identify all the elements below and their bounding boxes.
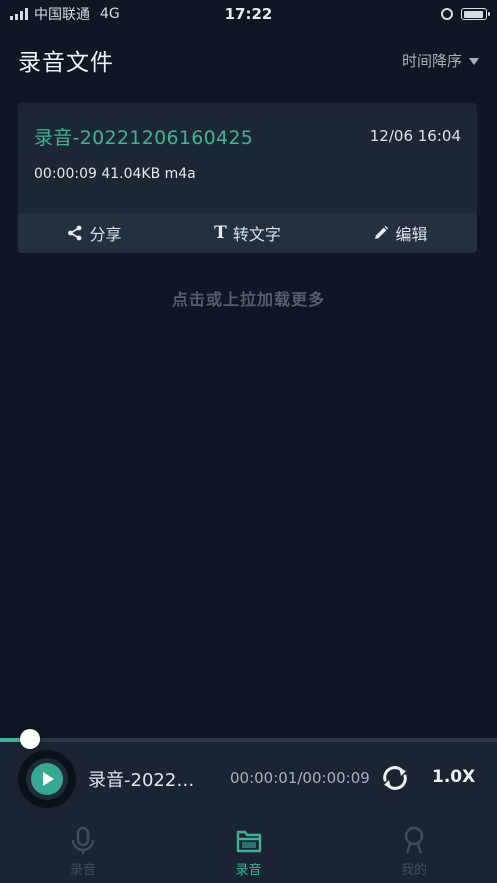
player-time: 00:00:01/00:00:09 xyxy=(230,769,370,787)
disc-icon xyxy=(31,763,63,795)
battery-icon xyxy=(461,8,490,20)
load-more-button[interactable]: 点击或上拉加载更多 xyxy=(0,286,497,310)
sort-label: 时间降序 xyxy=(401,51,462,70)
tab-files[interactable]: 录音 xyxy=(166,818,332,883)
audio-player: 录音-20221206160425 00:00:01/00:00:09 1.0X xyxy=(0,729,497,818)
recording-name: 录音-20221206160425 xyxy=(34,127,254,149)
edit-label: 编辑 xyxy=(395,225,428,244)
page-title: 录音文件 xyxy=(18,50,114,76)
clock: 17:22 xyxy=(224,5,273,23)
progress-knob[interactable] xyxy=(19,729,40,749)
play-button[interactable] xyxy=(18,750,76,808)
battery-level xyxy=(463,10,484,18)
transcribe-label: 转文字 xyxy=(232,225,281,244)
share-icon xyxy=(68,225,82,241)
progress-slider[interactable] xyxy=(0,729,497,749)
transcribe-button[interactable]: T 转文字 xyxy=(171,213,324,253)
repeat-icon xyxy=(383,766,407,790)
tab-record-label: 录音 xyxy=(69,863,96,878)
card-actions: 分享 T 转文字 编辑 xyxy=(18,213,477,253)
folder-icon xyxy=(236,830,261,853)
share-label: 分享 xyxy=(89,225,122,244)
speed-button[interactable]: 1.0X xyxy=(432,767,475,787)
sort-dropdown[interactable]: 时间降序 xyxy=(402,50,479,71)
play-icon xyxy=(43,772,54,786)
microphone-icon xyxy=(71,826,95,854)
tab-bar: 录音 录音 我的 xyxy=(0,818,497,883)
status-bar: 中国联通 4G 17:22 xyxy=(0,0,497,28)
recording-date: 12/06 16:04 xyxy=(369,127,461,145)
tab-record[interactable]: 录音 xyxy=(0,818,166,883)
text-icon: T xyxy=(214,223,227,243)
caret-down-icon xyxy=(469,57,479,65)
tab-profile-label: 我的 xyxy=(401,863,428,878)
share-button[interactable]: 分享 xyxy=(18,213,171,253)
loop-button[interactable] xyxy=(379,764,411,796)
page-header: 录音文件 时间降序 xyxy=(0,40,497,80)
tab-files-label: 录音 xyxy=(235,863,262,878)
edit-button[interactable]: 编辑 xyxy=(324,213,477,253)
recording-card[interactable]: 录音-20221206160425 12/06 16:04 00:00:09 4… xyxy=(18,103,477,253)
pencil-icon xyxy=(375,225,389,239)
player-track-name: 录音-20221206160425 xyxy=(88,770,198,791)
person-icon xyxy=(404,826,424,854)
recording-meta: 00:00:09 41.04KB m4a xyxy=(34,166,196,182)
tab-profile[interactable]: 我的 xyxy=(331,818,497,883)
